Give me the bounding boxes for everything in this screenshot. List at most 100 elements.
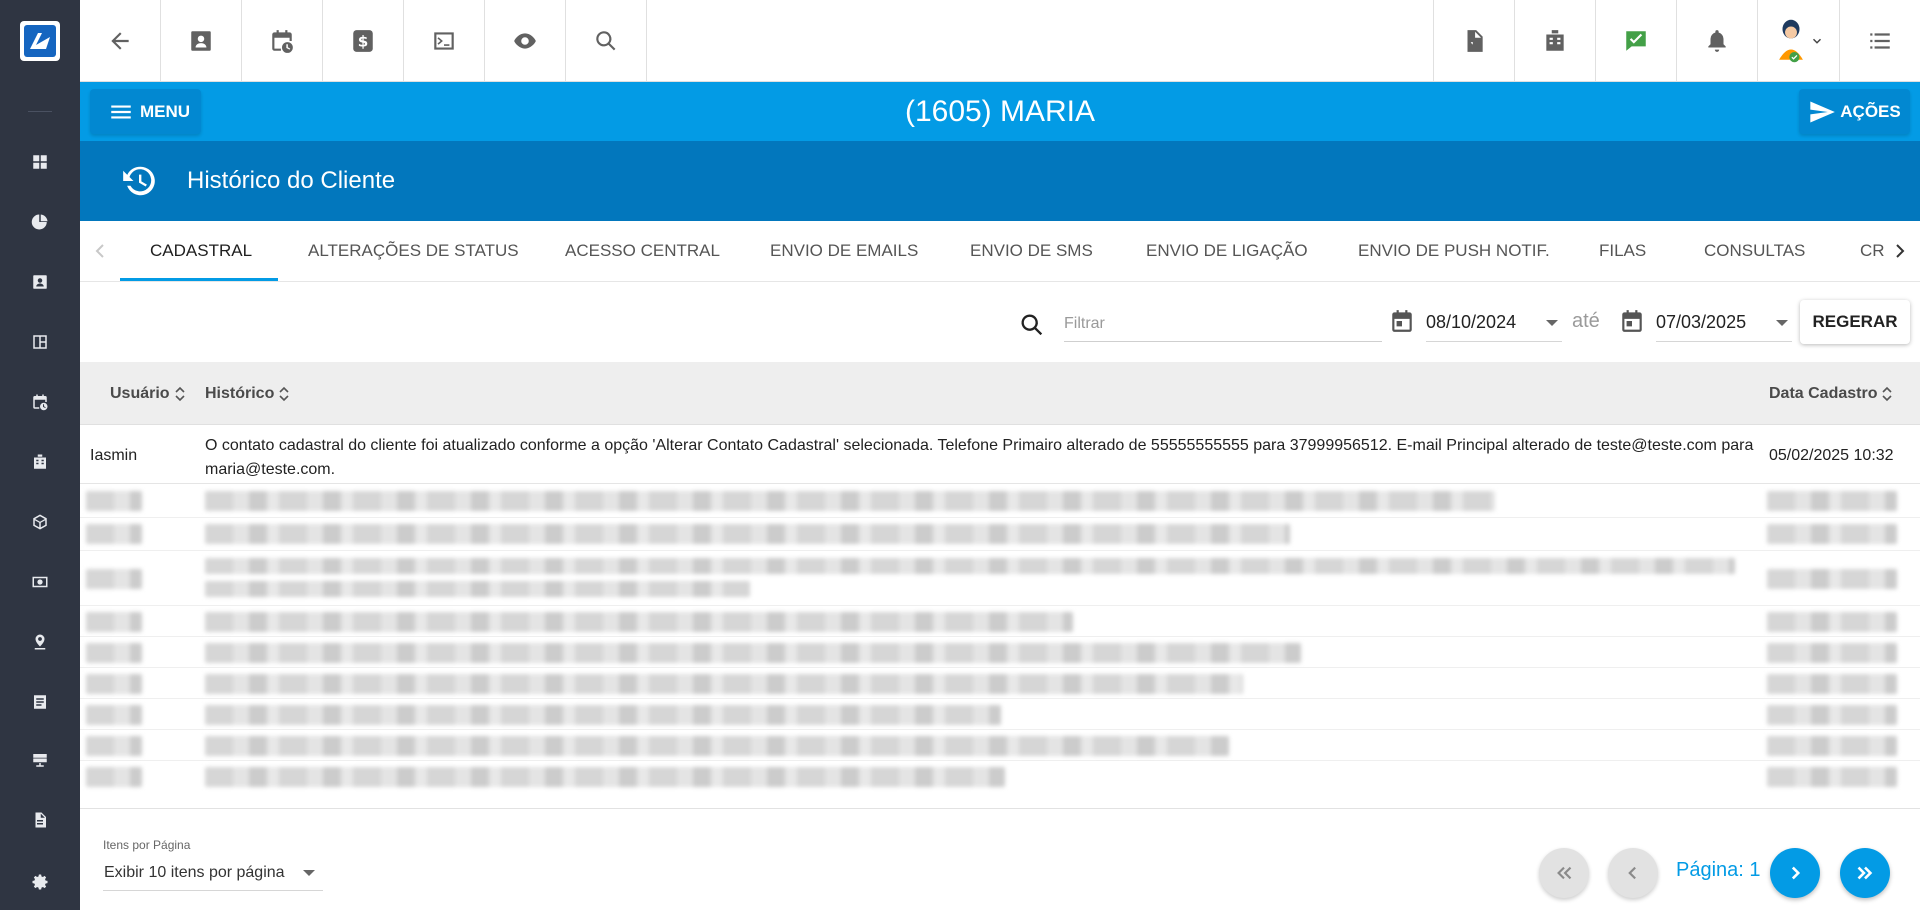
table-row-redacted — [80, 606, 1920, 637]
column-header-usuario[interactable]: Usuário — [110, 362, 186, 425]
table-row-redacted — [80, 730, 1920, 761]
date-to-field[interactable]: 07/03/2025 — [1656, 304, 1792, 342]
tab-envio-push[interactable]: ENVIO DE PUSH NOTIF. — [1358, 221, 1550, 281]
history-icon — [123, 166, 155, 196]
search-icon — [1021, 314, 1043, 336]
tab-bar: CADASTRAL ALTERAÇÕES DE STATUS ACESSO CE… — [80, 221, 1920, 282]
chevron-left-icon[interactable] — [88, 239, 112, 263]
dashboard-icon[interactable] — [28, 150, 52, 174]
items-per-page-label: Itens por Página — [103, 838, 191, 852]
date-range-separator: até — [1572, 310, 1600, 332]
filter-input[interactable] — [1064, 306, 1382, 342]
sort-icon — [175, 386, 185, 401]
page-indicator: Página: 1 — [1676, 859, 1761, 881]
date-to-value: 07/03/2025 — [1656, 312, 1747, 332]
table-header: Usuário Histórico Data Cadastro — [80, 362, 1920, 425]
table-row-redacted — [80, 518, 1920, 551]
table-row[interactable]: Iasmin O contato cadastral do cliente fo… — [80, 425, 1920, 484]
column-header-data-cadastro[interactable]: Data Cadastro — [1769, 362, 1893, 425]
hamburger-icon — [111, 105, 131, 118]
tab-envio-ligacao[interactable]: ENVIO DE LIGAÇÃO — [1146, 221, 1308, 281]
filter-bar: 08/10/2024 até 07/03/2025 REGERAR — [80, 282, 1920, 362]
tab-filas[interactable]: FILAS — [1599, 221, 1646, 281]
section-title: Histórico do Cliente — [187, 167, 396, 194]
chat-check-icon[interactable] — [1595, 0, 1676, 81]
document-icon[interactable] — [28, 808, 52, 832]
dollar-icon[interactable]: $ — [323, 0, 404, 81]
building-icon[interactable] — [28, 450, 52, 474]
actions-label: AÇÕES — [1840, 101, 1901, 121]
app-logo-icon[interactable] — [20, 21, 60, 61]
sort-icon — [279, 386, 289, 401]
chevron-right-icon[interactable] — [1888, 239, 1912, 263]
date-from-field[interactable]: 08/10/2024 — [1426, 304, 1562, 342]
list-icon[interactable] — [1839, 0, 1920, 81]
first-page-button[interactable] — [1539, 848, 1589, 898]
tab-cadastral[interactable]: CADASTRAL — [150, 221, 252, 281]
double-chevron-left-icon — [1557, 866, 1572, 880]
bell-icon[interactable] — [1676, 0, 1757, 81]
eye-icon[interactable] — [485, 0, 566, 81]
menu-label: MENU — [140, 101, 191, 121]
date-from-value: 08/10/2024 — [1426, 312, 1517, 332]
table-row-redacted — [80, 551, 1920, 606]
contact-card-icon[interactable] — [161, 0, 242, 81]
search-icon[interactable] — [566, 0, 647, 81]
tab-envio-sms[interactable]: ENVIO DE SMS — [970, 221, 1093, 281]
tab-alteracoes-status[interactable]: ALTERAÇÕES DE STATUS — [308, 221, 519, 281]
server-icon[interactable] — [28, 748, 52, 772]
client-header: MENU (1605) MARIA AÇÕES — [80, 82, 1920, 141]
tab-acesso-central[interactable]: ACESSO CENTRAL — [565, 221, 720, 281]
tab-cr[interactable]: CR — [1860, 221, 1886, 281]
chevron-right-icon — [1791, 866, 1801, 880]
actions-button[interactable]: AÇÕES — [1799, 89, 1910, 134]
terminal-icon[interactable] — [404, 0, 485, 81]
previous-page-button[interactable] — [1608, 848, 1658, 898]
top-toolbar: $ — [80, 0, 1920, 82]
cell-user: Iasmin — [90, 447, 138, 464]
sort-icon — [1882, 386, 1893, 401]
double-chevron-right-icon — [1857, 866, 1873, 880]
send-icon — [1810, 101, 1836, 122]
regenerate-button[interactable]: REGERAR — [1800, 300, 1910, 344]
table-row-redacted — [80, 637, 1920, 668]
calendar-clock-icon[interactable] — [242, 0, 323, 81]
table-row-redacted — [80, 761, 1920, 792]
active-tab-indicator — [120, 278, 278, 281]
pagination-bar: Itens por Página Exibir 10 itens por pág… — [80, 808, 1920, 910]
layout-icon[interactable] — [28, 330, 52, 354]
calendar-clock-icon[interactable] — [28, 390, 52, 414]
cell-history: O contato cadastral do cliente foi atual… — [205, 437, 1754, 478]
calendar-icon[interactable] — [1619, 308, 1645, 334]
table-row-redacted — [80, 699, 1920, 730]
contact-card-icon[interactable] — [28, 270, 52, 294]
app-window: $ MENU (1605) MARIA AÇÕES Histórico do C… — [0, 0, 1920, 910]
tab-consultas[interactable]: CONSULTAS — [1704, 221, 1805, 281]
svg-text:$: $ — [358, 32, 369, 50]
caret-down-icon — [1546, 320, 1558, 326]
gear-icon[interactable] — [28, 870, 52, 894]
next-page-button[interactable] — [1770, 848, 1820, 898]
box-icon[interactable] — [28, 510, 52, 534]
last-page-button[interactable] — [1840, 848, 1890, 898]
pdf-icon[interactable] — [1433, 0, 1514, 81]
tab-envio-emails[interactable]: ENVIO DE EMAILS — [770, 221, 918, 281]
section-header: Histórico do Cliente — [80, 141, 1920, 221]
back-arrow-icon[interactable] — [80, 0, 161, 81]
caret-down-icon — [303, 870, 315, 876]
calendar-icon[interactable] — [1389, 308, 1415, 334]
sidebar — [0, 0, 80, 910]
avatar[interactable] — [1757, 0, 1839, 81]
menu-button[interactable]: MENU — [90, 89, 201, 134]
pie-chart-icon[interactable] — [28, 210, 52, 234]
building-icon[interactable] — [1514, 0, 1595, 81]
items-per-page-select[interactable]: Exibir 10 itens por página — [103, 855, 323, 891]
list-doc-icon[interactable] — [28, 690, 52, 714]
chevron-left-icon — [1628, 866, 1636, 880]
table-row-redacted — [80, 668, 1920, 699]
table-row-redacted — [80, 485, 1920, 518]
column-header-historico[interactable]: Histórico — [205, 362, 290, 425]
money-icon[interactable] — [28, 570, 52, 594]
map-pin-icon[interactable] — [28, 630, 52, 654]
history-table: Usuário Histórico Data Cadastro Iasmin O… — [80, 362, 1920, 808]
